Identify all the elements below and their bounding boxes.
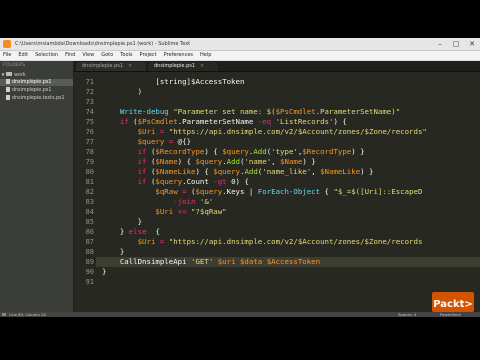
tab-file-1[interactable]: dnsimplepie.ps1 × [76, 62, 146, 71]
code-line-current[interactable]: CallDnsimpleApi 'GET' $uri $data $Access… [96, 257, 480, 267]
menu-help[interactable]: Help [197, 51, 215, 60]
line-number: 88 [85, 248, 94, 256]
code-line[interactable]: ) [102, 87, 142, 97]
code-line[interactable]: if ($PsCmdlet.ParameterSetName -eq 'List… [102, 117, 347, 127]
line-number: 71 [85, 78, 94, 86]
maximize-button[interactable]: □ [448, 38, 464, 50]
code-line[interactable]: $Uri += "?$qRaw" [102, 207, 226, 217]
sidebar-label: FOLDERS [3, 63, 26, 68]
logo-text: Packt> [433, 299, 473, 310]
line-number: 84 [85, 208, 94, 216]
title-bar: C:\Users\mslambda\Downloads\dnsimplepie.… [0, 38, 480, 51]
sidebar-item-label: dnsimplepie.ps1 [12, 88, 52, 93]
close-button[interactable]: ✕ [464, 38, 480, 50]
line-number: 77 [85, 138, 94, 146]
menu-bar: File Edit Selection Find View Goto Tools… [0, 51, 480, 61]
sidebar-item-label: work [14, 73, 26, 78]
code-line[interactable]: } else { [102, 227, 160, 237]
line-number: 72 [85, 88, 94, 96]
tab-label: dnsimplepie.ps1 [154, 63, 196, 69]
menu-goto[interactable]: Goto [98, 51, 117, 60]
menu-find[interactable]: Find [62, 51, 79, 60]
close-icon[interactable]: × [200, 63, 204, 69]
file-icon [6, 95, 10, 100]
line-number: 82 [85, 188, 94, 196]
code-line[interactable]: -join '&' [102, 197, 213, 207]
packt-logo: Packt> [432, 292, 474, 312]
sidebar: FOLDERS ▼ work dnsimplepie.ps1 dnsimplepi… [0, 61, 74, 312]
menu-view[interactable]: View [79, 51, 98, 60]
line-number: 86 [85, 228, 94, 236]
sidebar-item-file[interactable]: dnsimplepie.tests.ps1 [0, 95, 73, 102]
code-line[interactable]: } [102, 267, 106, 277]
sidebar-item-label: dnsimplepie.tests.ps1 [12, 96, 65, 101]
sidebar-item-file[interactable]: dnsimplepie.ps1 [0, 87, 73, 94]
minimize-button[interactable]: – [432, 38, 448, 50]
window-title: C:\Users\mslambda\Downloads\dnsimplepie.… [15, 41, 191, 47]
code-line[interactable]: if ($NameLike) { $query.Add('name_like',… [102, 167, 374, 177]
code-line[interactable]: } [102, 247, 124, 257]
line-number: 83 [85, 198, 94, 206]
menu-project[interactable]: Project [137, 51, 161, 60]
line-number: 90 [85, 268, 94, 276]
line-number: 78 [85, 148, 94, 156]
tab-bar: dnsimplepie.ps1 × dnsimplepie.ps1 × [74, 61, 480, 72]
line-number: 76 [85, 128, 94, 136]
code-line[interactable]: Write-debug "Parameter set name: $($PsCm… [102, 107, 400, 117]
file-icon [6, 79, 10, 84]
letterbox-top [0, 0, 480, 38]
code-line[interactable]: if ($query.Count -gt 0) { [102, 177, 249, 187]
sublime-window: C:\Users\mslambda\Downloads\dnsimplepie.… [0, 38, 480, 317]
menu-edit[interactable]: Edit [15, 51, 32, 60]
line-number: 75 [85, 118, 94, 126]
panel-toggle-icon[interactable] [2, 313, 6, 316]
code-line[interactable]: if ($RecordType) { $query.Add('type',$Re… [102, 147, 365, 157]
code-line[interactable]: $Uri = "https://api.dnsimple.com/v2/$Acc… [102, 237, 423, 247]
line-number: 87 [85, 238, 94, 246]
menu-tools[interactable]: Tools [117, 51, 136, 60]
letterbox-bottom [0, 317, 480, 360]
code-line[interactable]: $Uri = "https://api.dnsimple.com/v2/$Acc… [102, 127, 427, 137]
menu-selection[interactable]: Selection [32, 51, 62, 60]
code-editor[interactable]: 71 72 73 74 75 76 77 78 79 80 81 82 83 8… [74, 72, 480, 312]
line-number: 74 [85, 108, 94, 116]
line-number: 91 [85, 278, 94, 286]
sidebar-item-label: dnsimplepie.ps1 [12, 80, 52, 85]
menu-file[interactable]: File [0, 51, 15, 60]
line-number: 80 [85, 168, 94, 176]
code-line[interactable]: [string]$AccessToken [102, 77, 244, 87]
line-number: 73 [85, 98, 94, 106]
file-icon [6, 87, 10, 92]
tab-label: dnsimplepie.ps1 [82, 63, 124, 69]
line-number: 89 [85, 258, 94, 266]
code-line[interactable]: } [102, 217, 142, 227]
line-number-gutter: 71 72 73 74 75 76 77 78 79 80 81 82 83 8… [74, 72, 96, 312]
folder-icon [6, 72, 12, 76]
code-line[interactable]: $qRaw = ($query.Keys | ForEach-Object { … [102, 187, 422, 197]
code-line[interactable]: $query = @{} [102, 137, 191, 147]
tab-file-2[interactable]: dnsimplepie.ps1 × [148, 62, 218, 71]
close-icon[interactable]: × [128, 63, 132, 69]
sidebar-item-file[interactable]: dnsimplepie.ps1 [0, 79, 73, 86]
code-line[interactable]: if ($Name) { $query.Add('name', $Name) } [102, 157, 316, 167]
line-number: 79 [85, 158, 94, 166]
line-number: 81 [85, 178, 94, 186]
line-number: 85 [85, 218, 94, 226]
sidebar-folder-work[interactable]: ▼ work [0, 71, 73, 78]
menu-preferences[interactable]: Preferences [161, 51, 197, 60]
sublime-logo-icon [3, 40, 11, 48]
